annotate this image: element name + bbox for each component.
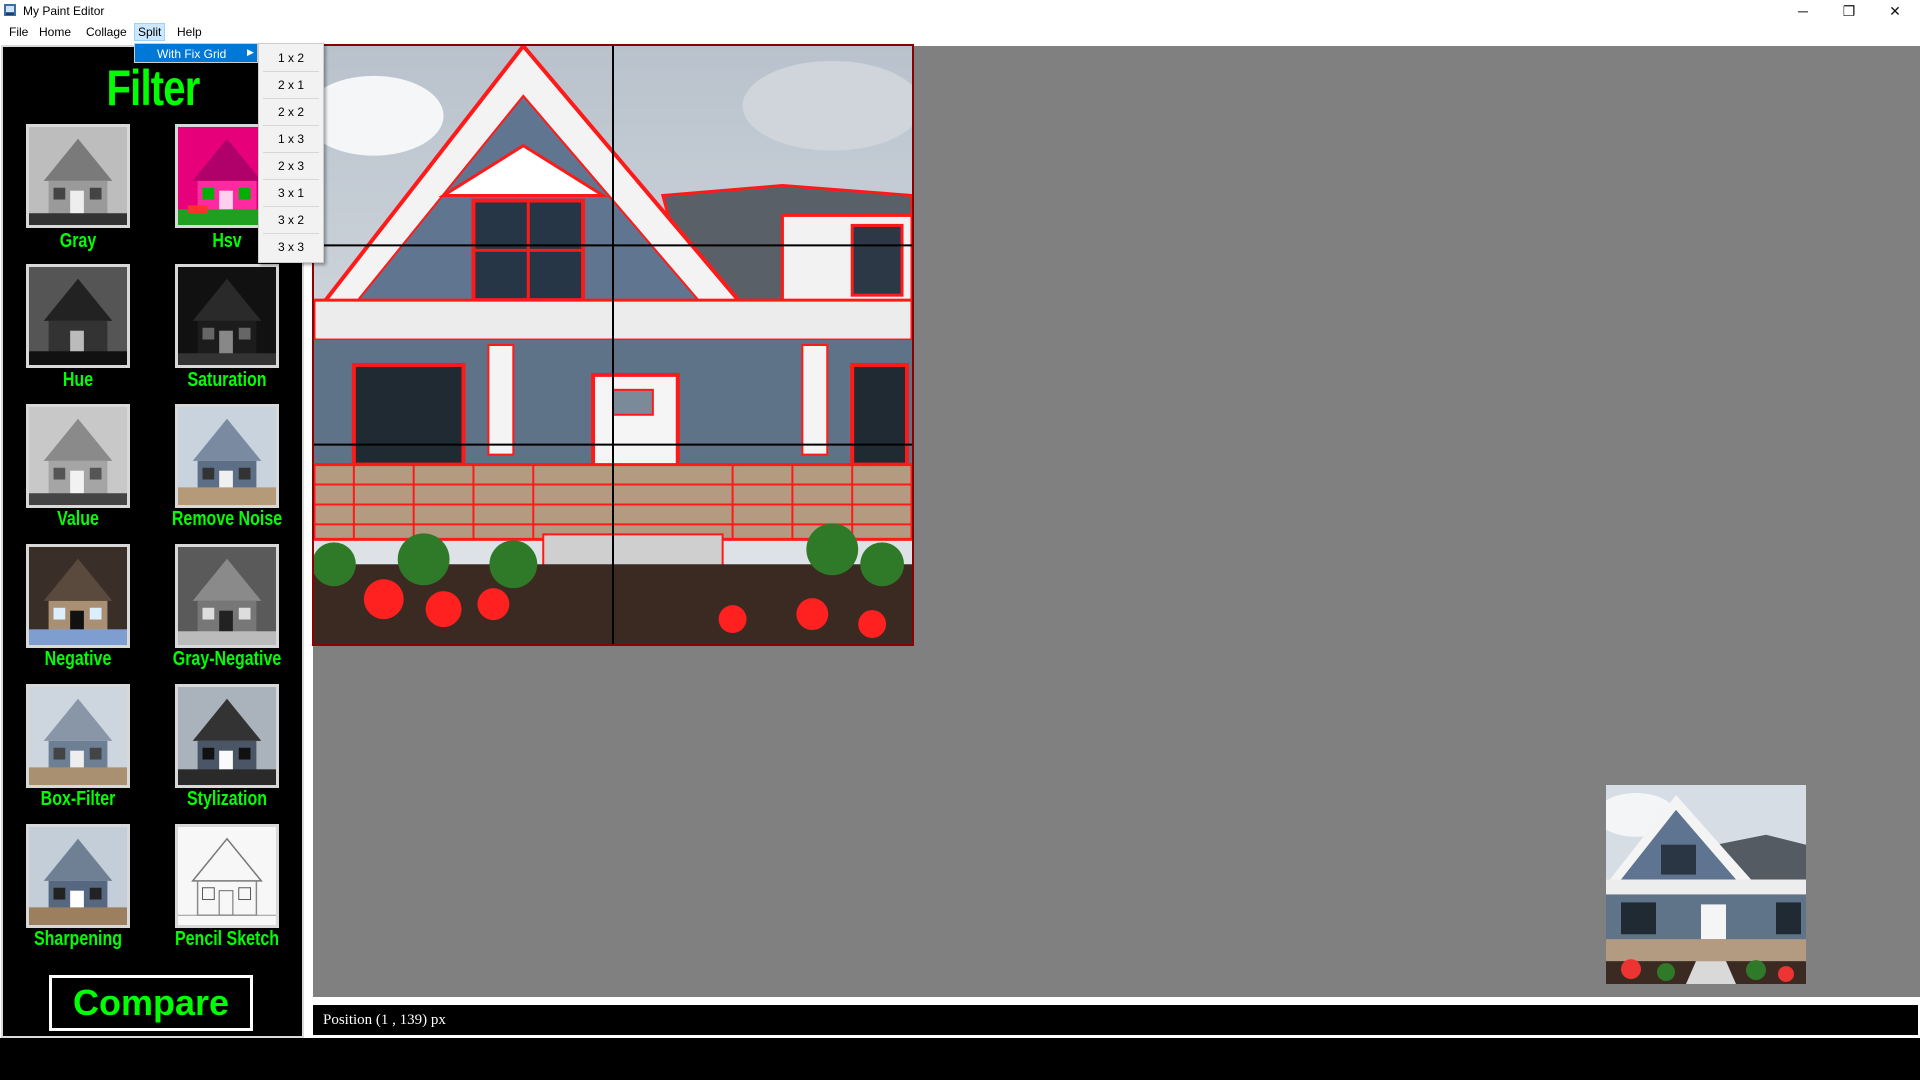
- grid-option-1x2[interactable]: 1 x 2: [259, 44, 323, 72]
- filter-label-gray: Gray: [59, 230, 97, 252]
- bottom-strip: [0, 1038, 1920, 1080]
- filter-label-negative: Negative: [44, 648, 112, 670]
- close-button[interactable]: ✕: [1872, 0, 1918, 22]
- split-menu-item-label: With Fix Grid: [157, 47, 227, 61]
- grid-option-2x3[interactable]: 2 x 3: [259, 152, 323, 180]
- filter-thumb-pencil-sketch[interactable]: [175, 824, 279, 928]
- filter-thumb-sharpening[interactable]: [26, 824, 130, 928]
- menu-split[interactable]: Split: [134, 23, 166, 41]
- filter-label-gray-negative: Gray-Negative: [172, 648, 282, 670]
- menu-home[interactable]: Home: [36, 24, 74, 40]
- main-image[interactable]: [312, 44, 914, 646]
- status-bar: Position (1 , 139) px: [311, 1003, 1920, 1037]
- filter-thumb-stylization[interactable]: [175, 684, 279, 788]
- split-menu-item-fix-grid[interactable]: With Fix Grid ▶: [134, 43, 258, 63]
- menu-collage[interactable]: Collage: [83, 24, 130, 40]
- filter-label-stylization: Stylization: [186, 788, 267, 810]
- filter-thumb-remove-noise[interactable]: [175, 404, 279, 508]
- compare-button[interactable]: Compare: [49, 975, 253, 1031]
- grid-option-2x1[interactable]: 2 x 1: [259, 71, 323, 99]
- cursor-position-text: Position (1 , 139) px: [323, 1012, 446, 1028]
- filter-thumb-saturation[interactable]: [175, 264, 279, 368]
- menu-bar: File Home Collage Split Help: [0, 22, 1920, 42]
- filter-title: Filter: [106, 60, 201, 116]
- menu-help[interactable]: Help: [174, 24, 205, 40]
- filter-thumb-gray[interactable]: [26, 124, 130, 228]
- minimize-button[interactable]: ─: [1780, 0, 1826, 22]
- grid-option-1x3[interactable]: 1 x 3: [259, 125, 323, 153]
- title-bar: My Paint Editor ─ ❐ ✕: [0, 0, 1920, 22]
- filter-label-remove-noise: Remove Noise: [171, 508, 283, 530]
- filter-thumb-box-filter[interactable]: [26, 684, 130, 788]
- grid-option-2x2[interactable]: 2 x 2: [259, 98, 323, 126]
- filter-label-sharpening: Sharpening: [33, 928, 122, 950]
- grid-submenu: 1 x 2 2 x 1 2 x 2 1 x 3 2 x 3 3 x 1 3 x …: [258, 43, 324, 263]
- filter-label-saturation: Saturation: [187, 369, 267, 391]
- window-title: My Paint Editor: [23, 4, 105, 18]
- original-preview-image: [1606, 785, 1806, 984]
- filter-label-hue: Hue: [62, 369, 94, 391]
- grid-option-3x3[interactable]: 3 x 3: [259, 233, 323, 261]
- filter-thumb-gray-negative[interactable]: [175, 544, 279, 648]
- filter-thumb-hue[interactable]: [26, 264, 130, 368]
- filter-thumb-negative[interactable]: [26, 544, 130, 648]
- restore-button[interactable]: ❐: [1826, 0, 1872, 22]
- filter-label-value: Value: [57, 508, 99, 530]
- submenu-arrow-icon: ▶: [247, 47, 254, 57]
- filter-label-box-filter: Box-Filter: [40, 788, 116, 810]
- grid-option-3x2[interactable]: 3 x 2: [259, 206, 323, 234]
- filter-label-pencil-sketch: Pencil Sketch: [174, 928, 280, 950]
- menu-file[interactable]: File: [6, 24, 31, 40]
- app-icon: [3, 3, 17, 17]
- filter-thumb-value[interactable]: [26, 404, 130, 508]
- grid-option-3x1[interactable]: 3 x 1: [259, 179, 323, 207]
